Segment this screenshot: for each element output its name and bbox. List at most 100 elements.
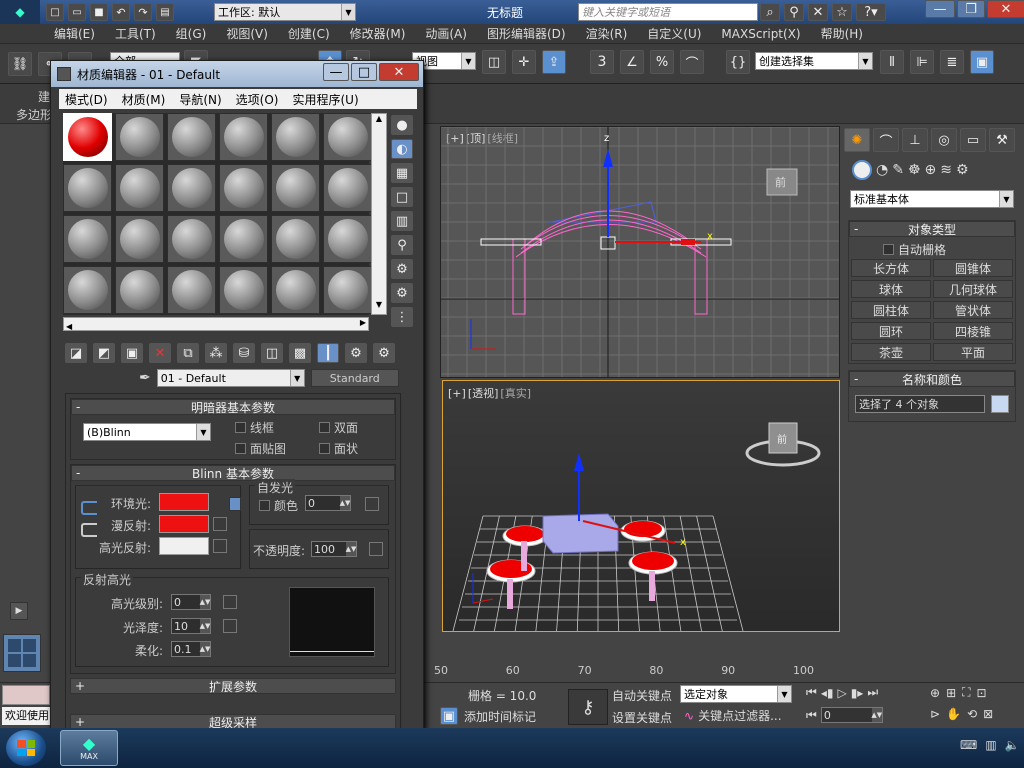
object-type-header[interactable]: - 对象类型 (849, 221, 1015, 237)
menu-item[interactable]: 编辑(E) (54, 25, 95, 42)
play-icon[interactable]: ▷ (837, 686, 846, 700)
object-type-button[interactable]: 球体 (851, 280, 931, 298)
autogrid-checkbox[interactable] (883, 244, 894, 255)
go-to-parent-icon[interactable]: ⚙ (345, 343, 367, 363)
lights-icon[interactable]: ✎ (892, 162, 904, 178)
blinn-rollout-header[interactable]: - Blinn 基本参数 (71, 465, 395, 481)
make-copy-icon[interactable]: ⧉ (177, 343, 199, 363)
object-color-swatch[interactable] (991, 395, 1009, 413)
material-sample-slot[interactable] (271, 266, 320, 314)
select-by-material-icon[interactable]: ⚙ (391, 283, 413, 303)
auto-key-button[interactable]: 自动关键点 (612, 687, 672, 704)
zoom-extents-all-icon[interactable]: ⊡ (977, 686, 987, 700)
object-type-button[interactable]: 圆柱体 (851, 301, 931, 319)
slots-horizontal-scrollbar[interactable]: ◀ ▶ (63, 317, 369, 331)
maxscript-listener[interactable] (2, 685, 50, 705)
object-type-button[interactable]: 平面 (933, 343, 1013, 361)
soften-field[interactable]: 0.1 ▲▼ (171, 641, 211, 657)
undo-icon[interactable]: ↶ (112, 3, 130, 21)
object-type-button[interactable]: 几何球体 (933, 280, 1013, 298)
link-icon[interactable]: ⛓ (8, 52, 32, 76)
material-sample-slot[interactable] (271, 113, 320, 161)
keyboard-icon[interactable]: ⌨ (960, 738, 977, 752)
material-sample-slot[interactable] (219, 266, 268, 314)
material-sample-slot[interactable] (115, 266, 164, 314)
menu-item[interactable]: 组(G) (176, 25, 207, 42)
material-sample-slot[interactable] (63, 266, 112, 314)
name-color-header[interactable]: - 名称和颜色 (849, 371, 1015, 387)
assign-to-selection-icon[interactable]: ▣ (121, 343, 143, 363)
put-to-library-icon[interactable]: ⛁ (233, 343, 255, 363)
material-id-channel-icon[interactable]: ◫ (261, 343, 283, 363)
shader-type-dropdown[interactable]: (B)Blinn ▼ (83, 423, 211, 441)
helpers-icon[interactable]: ⊕ (925, 162, 937, 178)
object-type-button[interactable]: 四棱锥 (933, 322, 1013, 340)
face-map-checkbox[interactable] (235, 443, 246, 454)
key-filters-button[interactable]: 关键点过滤器... (698, 707, 781, 724)
material-navigator-icon[interactable]: ⋮ (391, 307, 413, 327)
create-tab-icon[interactable]: ✺ (844, 128, 870, 152)
self-illum-value-field[interactable]: 0 ▲▼ (305, 495, 351, 511)
material-sample-slot[interactable] (167, 215, 216, 263)
show-end-result-icon[interactable]: ┃ (317, 343, 339, 363)
material-sample-slot[interactable] (167, 266, 216, 314)
display-tab-icon[interactable]: ▭ (960, 128, 986, 152)
background-icon[interactable]: ▦ (391, 163, 413, 183)
lock-ambient-diffuse-icon[interactable] (81, 501, 97, 515)
self-illum-color-checkbox[interactable] (259, 500, 270, 511)
percent-snap-icon[interactable]: % (650, 50, 674, 74)
play-toggle-icon[interactable]: ▶ (10, 602, 28, 620)
self-illum-map-button[interactable] (365, 497, 379, 511)
menu-item[interactable]: 自定义(U) (647, 25, 701, 42)
specular-level-field[interactable]: 0 ▲▼ (171, 594, 211, 610)
save-file-icon[interactable]: ■ (90, 3, 108, 21)
options-icon[interactable]: ⚙ (391, 259, 413, 279)
angle-snap-icon[interactable]: ∠ (620, 50, 644, 74)
menu-item[interactable]: 创建(C) (288, 25, 330, 42)
taskbar-app-3dsmax[interactable]: ◆ MAX (60, 730, 118, 766)
material-sample-slot[interactable] (219, 164, 268, 212)
redo-icon[interactable]: ↷ (134, 3, 152, 21)
keyboard-shortcut-icon[interactable]: ⇪ (542, 50, 566, 74)
close-window-icon[interactable]: ✕ (987, 0, 1024, 18)
modify-tab-icon[interactable]: ⌒ (873, 128, 899, 152)
goto-start-icon[interactable]: ⏮ (806, 685, 817, 700)
pivot-center-icon[interactable]: ◫ (482, 50, 506, 74)
app-logo-button[interactable]: ◆ (0, 0, 40, 24)
add-time-tag-button[interactable]: 添加时间标记 (464, 708, 536, 725)
maximize-viewport-icon[interactable]: ⊠ (983, 707, 993, 721)
edit-named-selection-icon[interactable]: {} (726, 50, 750, 74)
material-sample-slot[interactable] (115, 215, 164, 263)
time-tag-icon[interactable]: ▣ (440, 707, 458, 725)
material-sample-slot[interactable] (167, 164, 216, 212)
lock-diffuse-specular-icon[interactable] (81, 523, 97, 537)
primitive-category-dropdown[interactable]: 标准基本体 ▼ (850, 190, 1014, 208)
search-box[interactable]: 键入关键字或短语 (578, 3, 758, 21)
menu-item[interactable]: 图形编辑器(D) (487, 25, 566, 42)
reset-map-icon[interactable]: ✕ (149, 343, 171, 363)
timeline-ruler[interactable]: 50 60 70 80 90 100 (424, 660, 836, 682)
menu-item[interactable]: 修改器(M) (350, 25, 406, 42)
menu-item[interactable]: 工具(T) (115, 25, 156, 42)
object-type-button[interactable]: 长方体 (851, 259, 931, 277)
ambient-color-swatch[interactable] (159, 493, 209, 511)
get-material-icon[interactable]: ◪ (65, 343, 87, 363)
material-sample-slot[interactable] (63, 164, 112, 212)
spinner-snap-icon[interactable]: ⌒ (680, 50, 704, 74)
object-type-button[interactable]: 圆环 (851, 322, 931, 340)
ribbon-tab-build[interactable]: 建 (38, 88, 50, 105)
graphite-toggle-icon[interactable]: ▣ (970, 50, 994, 74)
move-gizmo-icon[interactable]: ✛ (512, 50, 536, 74)
utilities-tab-icon[interactable]: ⚒ (989, 128, 1015, 152)
help-icon[interactable]: ?▾ (856, 3, 886, 21)
extended-params-rollout[interactable]: + 扩展参数 (70, 678, 396, 694)
zoom-extents-icon[interactable]: ⛶ (962, 685, 970, 700)
faceted-checkbox[interactable] (319, 443, 330, 454)
snap-toggle-icon[interactable]: 3 (590, 50, 614, 74)
close-window-icon[interactable]: ✕ (379, 63, 419, 81)
sample-type-icon[interactable]: ● (391, 115, 413, 135)
viewport-top[interactable]: [+] [顶] [线框] z x 前 (440, 126, 840, 378)
menu-item[interactable]: MAXScript(X) (721, 27, 800, 41)
eyedropper-icon[interactable]: ✒ (139, 370, 151, 386)
zoom-icon[interactable]: ⊕ (930, 686, 940, 700)
